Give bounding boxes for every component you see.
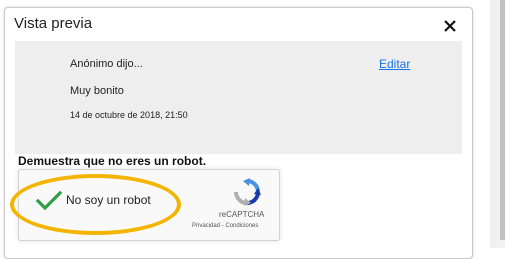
page-scrollbar-thumb[interactable] [500,0,505,240]
comment-preview-panel: Anónimo dijo... Editar Muy bonito 14 de … [15,41,462,154]
dialog-header: Vista previa [5,8,472,40]
recaptcha-label[interactable]: No soy un robot [66,193,151,207]
robot-prompt: Demuestra que no eres un robot. [18,154,207,168]
preview-dialog: Vista previa Anónimo dijo... Editar Muy … [4,7,473,259]
page-scrollbar[interactable] [490,0,505,248]
checkmark-icon [35,190,63,211]
comment-text: Muy bonito [70,85,124,97]
terms-link[interactable]: Condiciones [225,223,258,229]
recaptcha-brand: reCAPTCHA [219,210,265,219]
edit-link[interactable]: Editar [379,57,410,71]
close-icon [444,20,456,32]
comment-author: Anónimo dijo... [70,58,143,70]
dialog-title: Vista previa [14,15,93,32]
recaptcha-widget: No soy un robot reCAPTCHA Privacidad - C… [18,169,280,241]
close-button[interactable] [438,13,462,37]
privacy-link[interactable]: Privacidad [192,223,220,229]
recaptcha-links: Privacidad - Condiciones [192,223,258,229]
comment-date: 14 de octubre de 2018, 21:50 [70,110,188,120]
recaptcha-checkbox[interactable] [35,190,63,212]
recaptcha-logo-icon [233,178,261,206]
